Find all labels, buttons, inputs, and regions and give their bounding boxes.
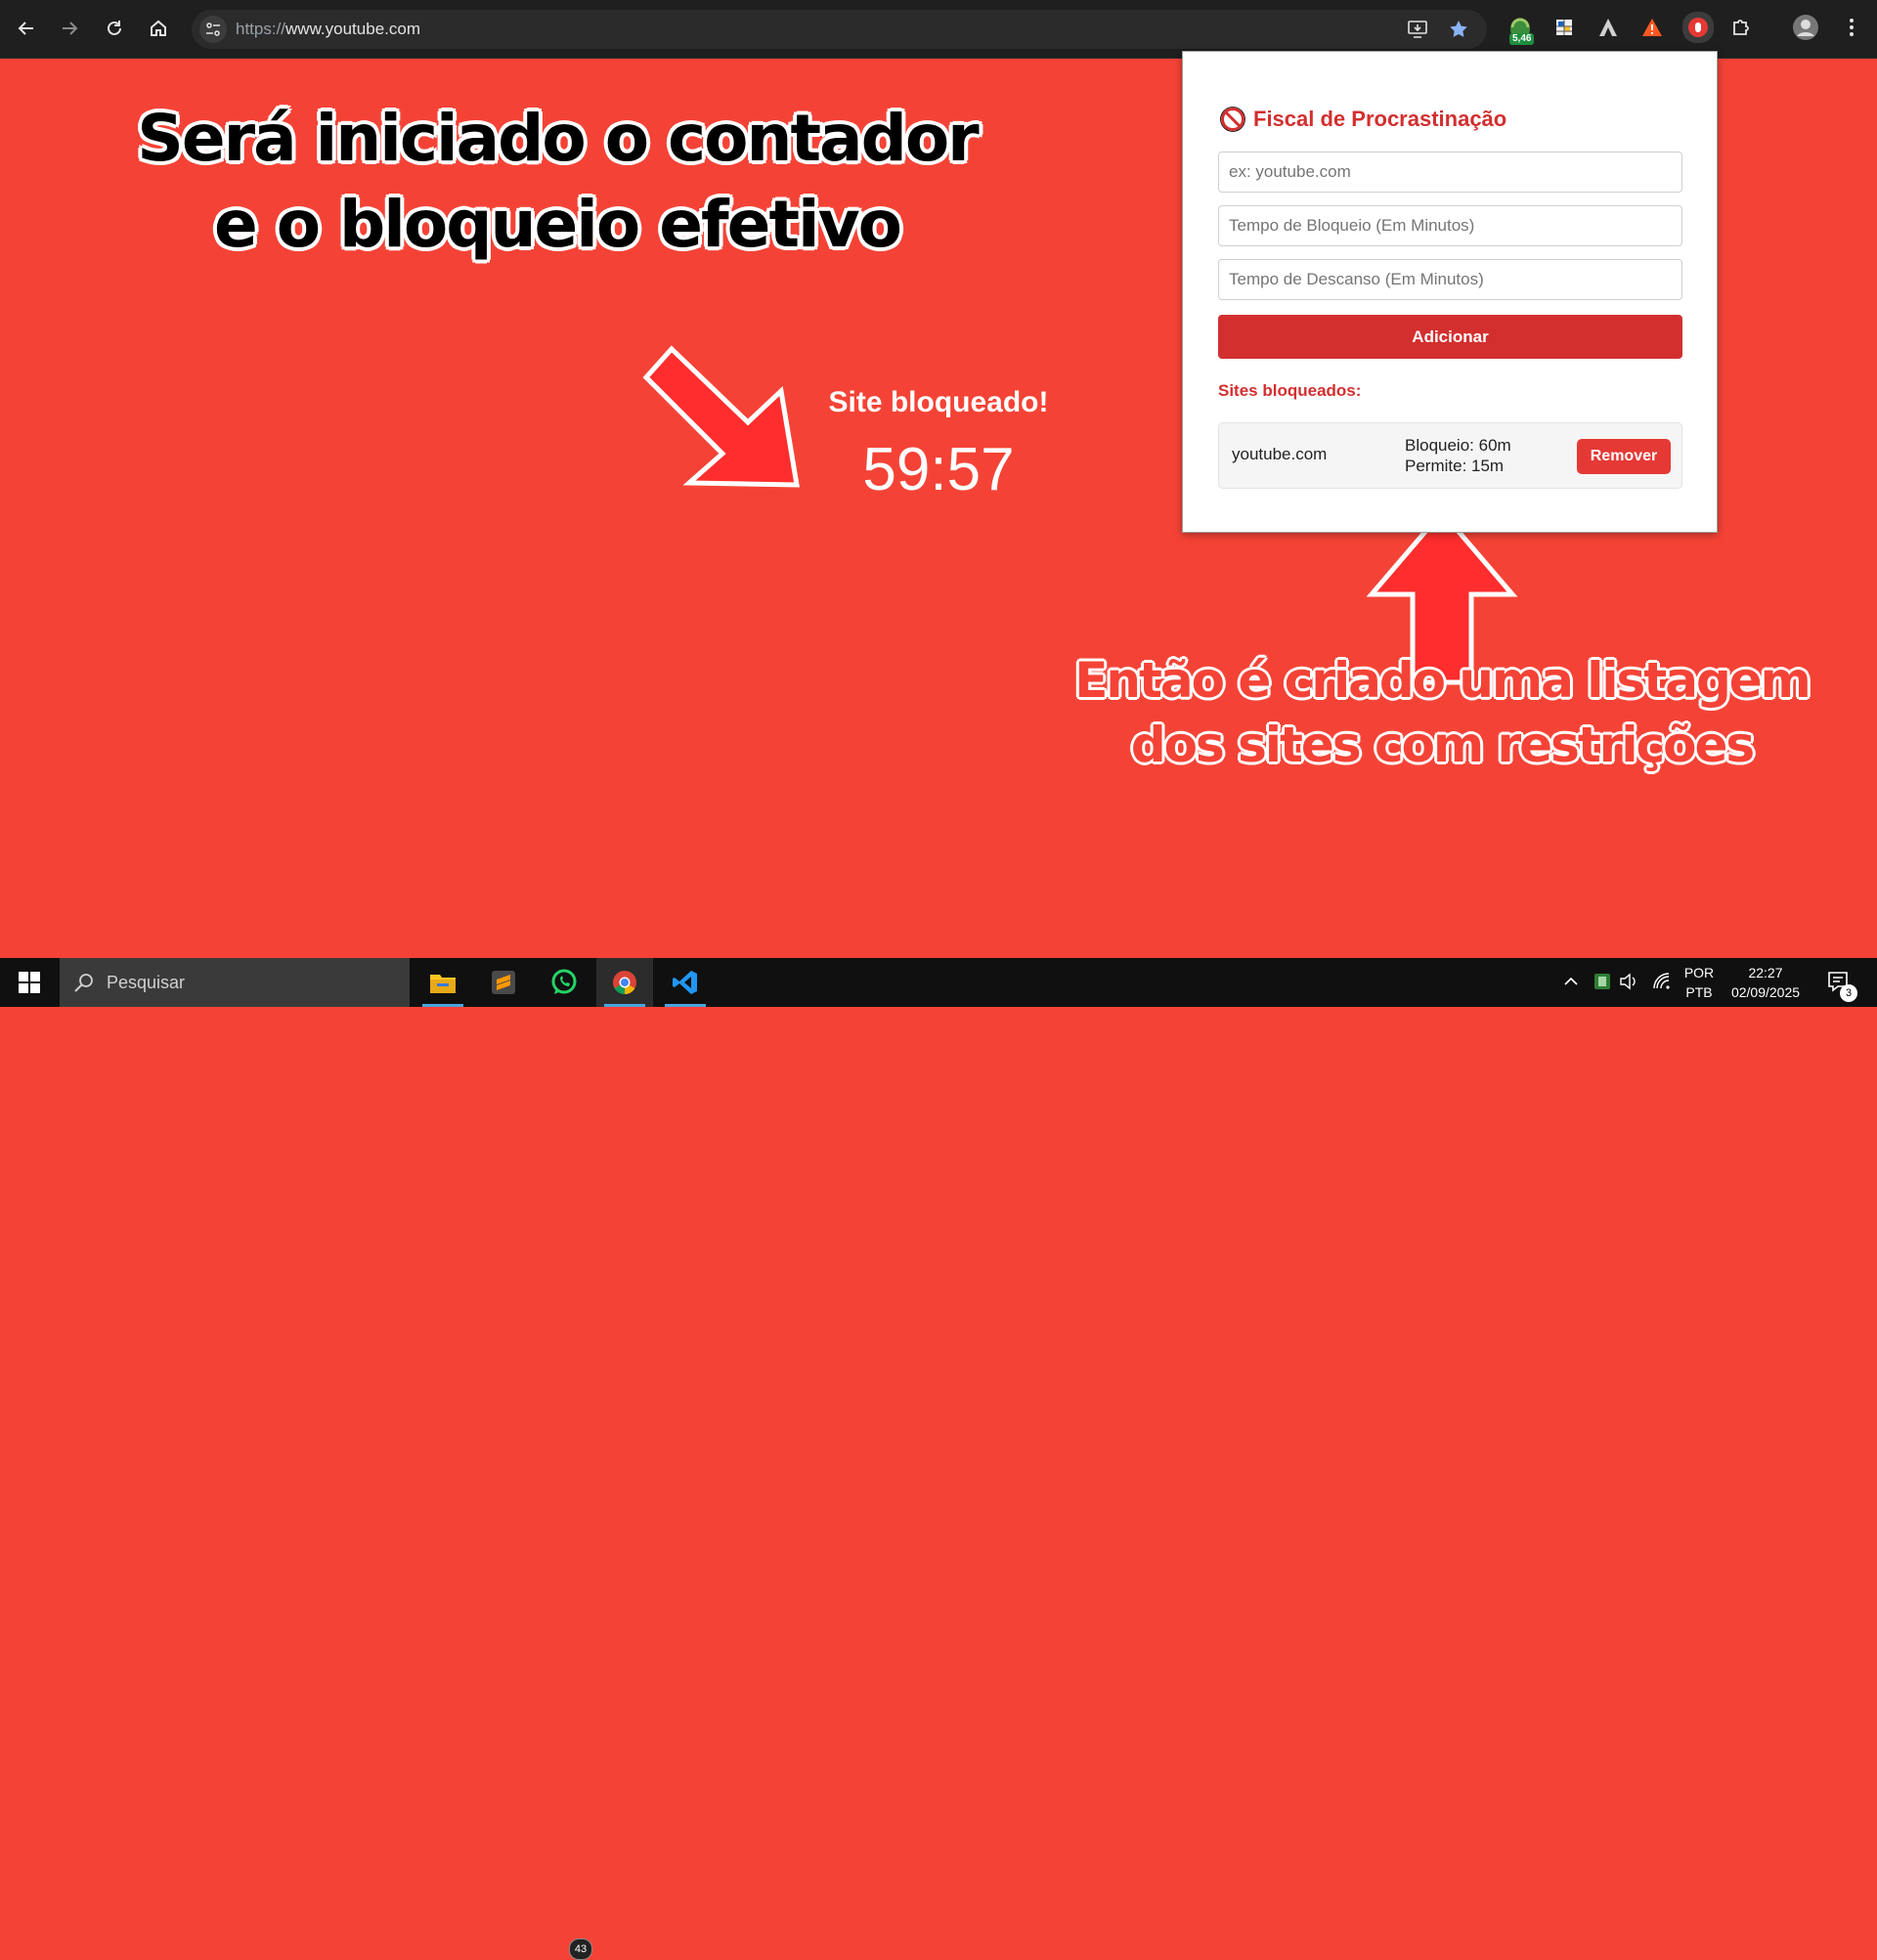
search-label: Pesquisar bbox=[107, 973, 186, 992]
extension-warning-icon[interactable] bbox=[1638, 14, 1666, 41]
taskbar-chrome[interactable] bbox=[596, 958, 653, 1007]
language-code: POR bbox=[1683, 965, 1715, 980]
block-time-input[interactable] bbox=[1218, 205, 1682, 246]
taskbar-search[interactable]: Pesquisar bbox=[60, 958, 410, 1007]
tray-app-icon[interactable] bbox=[1593, 972, 1612, 996]
language-indicator[interactable]: POR PTB bbox=[1680, 965, 1719, 1000]
vscode-icon bbox=[673, 971, 697, 994]
blocked-site-item: youtube.com Bloqueio: 60m Permite: 15m R… bbox=[1218, 422, 1682, 489]
countdown-timer: 59:57 bbox=[862, 436, 1015, 503]
popup-header: Fiscal de Procrastinação bbox=[1220, 107, 1506, 132]
sublime-text-icon bbox=[492, 971, 515, 994]
rest-time-input[interactable] bbox=[1218, 259, 1682, 300]
taskbar-file-explorer[interactable] bbox=[415, 958, 471, 1007]
search-icon bbox=[74, 974, 93, 992]
profile-avatar-icon[interactable] bbox=[1792, 14, 1819, 41]
blocked-sites-title: Sites bloqueados: bbox=[1218, 381, 1362, 400]
install-app-icon[interactable] bbox=[1405, 18, 1430, 41]
extensions-puzzle-icon[interactable] bbox=[1727, 14, 1755, 41]
site-info-icon[interactable] bbox=[199, 16, 227, 43]
whatsapp-icon bbox=[551, 969, 577, 994]
extension-spreadsheet-icon[interactable] bbox=[1550, 14, 1578, 41]
blocked-site-times: Bloqueio: 60m Permite: 15m bbox=[1405, 435, 1511, 476]
network-icon[interactable] bbox=[1652, 972, 1672, 996]
extension-popup: Fiscal de Procrastinação Adicionar Sites… bbox=[1182, 51, 1718, 533]
popup-title: Fiscal de Procrastinação bbox=[1253, 107, 1507, 131]
reload-icon[interactable] bbox=[99, 13, 130, 44]
folder-icon bbox=[430, 975, 456, 993]
caption-bottom: Então é criado uma listagem dos sites co… bbox=[1074, 652, 1812, 773]
clock-date: 02/09/2025 bbox=[1730, 984, 1801, 1000]
clock[interactable]: 22:27 02/09/2025 bbox=[1724, 965, 1807, 1000]
caption-top: Será iniciado o contador e o bloqueio ef… bbox=[137, 101, 979, 262]
keyboard-layout: PTB bbox=[1685, 984, 1713, 1000]
chevron-up-icon[interactable] bbox=[1562, 973, 1580, 995]
extension-procrastination-icon[interactable] bbox=[1682, 12, 1714, 43]
volume-icon[interactable] bbox=[1619, 972, 1638, 996]
bookmark-star-icon[interactable] bbox=[1446, 18, 1471, 41]
back-icon[interactable] bbox=[11, 13, 42, 44]
add-button[interactable]: Adicionar bbox=[1218, 315, 1682, 359]
url-scheme: https:// bbox=[236, 20, 286, 38]
block-duration: Bloqueio: 60m bbox=[1405, 436, 1511, 455]
blocked-site-name: youtube.com bbox=[1232, 445, 1328, 463]
taskbar-vscode[interactable] bbox=[657, 958, 714, 1007]
allow-duration: Permite: 15m bbox=[1405, 457, 1505, 475]
prohibited-icon bbox=[1220, 107, 1245, 132]
url-text: https://www.youtube.com bbox=[236, 20, 420, 39]
notification-count: 3 bbox=[1840, 984, 1857, 1002]
chrome-icon bbox=[613, 971, 636, 994]
url-host: www.youtube.com bbox=[285, 20, 420, 38]
whatsapp-badge: 43 bbox=[569, 1938, 592, 1960]
browser-toolbar: https://www.youtube.com 5,46 bbox=[0, 0, 1877, 59]
extension-a-logo-icon[interactable] bbox=[1594, 14, 1622, 41]
taskbar: Pesquisar 43 POR PTB 22:27 02/09/2025 bbox=[0, 958, 1877, 1960]
extension-badge: 5,46 bbox=[1509, 33, 1535, 45]
home-icon[interactable] bbox=[143, 13, 174, 44]
address-bar[interactable]: https://www.youtube.com bbox=[192, 10, 1487, 49]
site-input[interactable] bbox=[1218, 152, 1682, 193]
taskbar-whatsapp[interactable] bbox=[536, 958, 592, 1007]
clock-time: 22:27 bbox=[1748, 965, 1783, 980]
taskbar-sublime[interactable] bbox=[475, 958, 532, 1007]
windows-start-icon[interactable] bbox=[0, 958, 59, 1007]
browser-menu-icon[interactable] bbox=[1838, 14, 1865, 41]
forward-icon[interactable] bbox=[54, 13, 85, 44]
remove-button[interactable]: Remover bbox=[1577, 439, 1671, 474]
site-blocked-title: Site bloqueado! bbox=[828, 386, 1049, 418]
